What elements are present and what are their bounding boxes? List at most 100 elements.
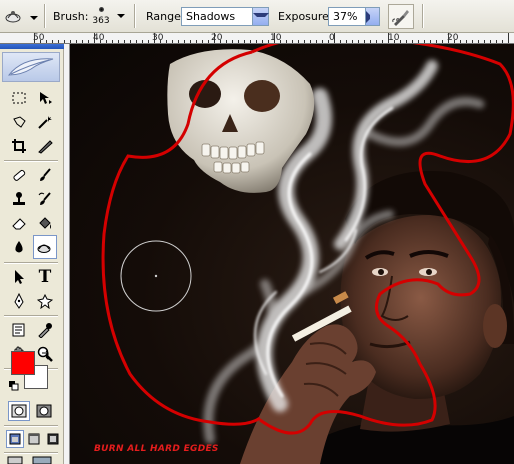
- brush-tip-icon: [98, 7, 104, 12]
- toolbox-title-bar[interactable]: [0, 44, 64, 49]
- ruler-tick: [304, 40, 305, 43]
- eraser-tool-icon[interactable]: [8, 212, 30, 234]
- lasso-tool-icon[interactable]: [8, 111, 30, 133]
- ruler-tick: [382, 40, 383, 43]
- feather-logo-icon[interactable]: [2, 52, 60, 82]
- ruler-tick: [406, 40, 407, 43]
- ruler-tick: [454, 40, 455, 43]
- range-value: Shadows: [186, 10, 236, 23]
- full-screen-menu-mode-icon[interactable]: [25, 430, 43, 448]
- ruler-tick: [472, 40, 473, 43]
- ruler-tick: [70, 40, 71, 43]
- brush-picker[interactable]: 363: [86, 3, 116, 31]
- foreground-color-swatch[interactable]: [11, 351, 35, 375]
- airbrush-button[interactable]: [388, 4, 414, 29]
- quick-mask-mode-icon[interactable]: [33, 401, 55, 421]
- toolbox: T: [0, 44, 64, 464]
- ruler-tick: [424, 40, 425, 43]
- range-select[interactable]: Shadows: [181, 7, 269, 26]
- ruler-tick: [340, 40, 341, 43]
- brush-dropdown-icon[interactable]: [117, 14, 125, 18]
- full-screen-mode-icon[interactable]: [44, 430, 62, 448]
- artwork: [101, 44, 514, 464]
- ruler-tick: [130, 40, 131, 43]
- ruler-tick: [148, 40, 149, 43]
- brush-size: 363: [92, 16, 110, 26]
- standard-mode-icon[interactable]: [8, 401, 30, 421]
- ruler-tick: [172, 40, 173, 43]
- divider: [4, 452, 58, 454]
- exposure-field[interactable]: 37%: [328, 7, 380, 26]
- ruler-tick: [238, 40, 239, 43]
- custom-shape-tool-icon[interactable]: [34, 290, 56, 312]
- ruler-tick: [154, 33, 155, 43]
- exposure-slider-button[interactable]: [365, 8, 379, 25]
- options-bar: Brush: 363 Range: Shadows Exposure: 37%: [0, 0, 514, 33]
- brush-tool-icon[interactable]: [34, 164, 56, 186]
- ruler-tick: [268, 40, 269, 43]
- ruler-tick: [100, 40, 101, 43]
- marquee-tool-icon[interactable]: [8, 87, 30, 109]
- eyedropper-tool-icon[interactable]: [34, 319, 56, 341]
- ruler-tick: [82, 40, 83, 43]
- ruler-tick: [256, 40, 257, 43]
- ruler-tick: [376, 40, 377, 43]
- brush-label: Brush:: [53, 10, 89, 23]
- imageready-icon[interactable]: [30, 456, 54, 464]
- ruler-tick: [490, 40, 491, 43]
- blur-tool-icon[interactable]: [8, 236, 30, 258]
- ruler-tick: [220, 40, 221, 43]
- ruler-tick: [508, 33, 509, 43]
- ruler-tick: [58, 40, 59, 43]
- ruler-tick: [52, 40, 53, 43]
- ruler-tick: [478, 40, 479, 43]
- ruler-tick: [298, 40, 299, 43]
- ruler-tick: [370, 40, 371, 43]
- paint-bucket-tool-icon[interactable]: [34, 212, 56, 234]
- divider: [44, 4, 46, 28]
- ruler-tick: [448, 33, 449, 43]
- ruler-tick: [316, 40, 317, 43]
- pen-tool-icon[interactable]: [8, 290, 30, 312]
- tool-preset-picker[interactable]: [4, 7, 38, 28]
- ruler-tick: [274, 33, 275, 43]
- ruler-tick: [400, 40, 401, 43]
- type-tool-icon[interactable]: T: [34, 266, 56, 288]
- move-tool-icon[interactable]: [34, 87, 56, 109]
- default-colors-icon[interactable]: [9, 381, 19, 394]
- swap-colors-icon[interactable]: [40, 350, 52, 365]
- ruler-tick: [178, 40, 179, 43]
- range-dropdown-button[interactable]: [252, 8, 269, 25]
- history-brush-tool-icon[interactable]: [34, 188, 56, 210]
- ruler-tick: [118, 40, 119, 43]
- ruler-tick: [232, 40, 233, 43]
- exposure-value: 37%: [333, 10, 358, 23]
- divider: [422, 4, 424, 28]
- notes-tool-icon[interactable]: [8, 319, 30, 341]
- ruler-tick: [364, 40, 365, 43]
- ruler-tick: [208, 40, 209, 43]
- ruler-tick: [292, 40, 293, 43]
- crop-tool-icon[interactable]: [8, 135, 30, 157]
- slice-tool-icon[interactable]: [34, 135, 56, 157]
- canvas-caption: BURN ALL HARD EGDES: [94, 444, 219, 454]
- ruler-tick: [184, 40, 185, 43]
- healing-brush-tool-icon[interactable]: [8, 164, 30, 186]
- ruler-tick: [160, 40, 161, 43]
- ruler-tick: [112, 40, 113, 43]
- ruler-tick: [346, 40, 347, 43]
- path-selection-tool-icon[interactable]: [8, 266, 30, 288]
- magic-wand-tool-icon[interactable]: [34, 111, 56, 133]
- document-canvas[interactable]: BURN ALL HARD EGDES: [70, 44, 514, 464]
- standard-screen-mode-icon[interactable]: [6, 430, 24, 448]
- divider: [4, 315, 58, 317]
- ruler-tick: [88, 40, 89, 43]
- ruler-tick: [64, 40, 65, 43]
- ruler-tick: [442, 40, 443, 43]
- jump-to-imageready-icon[interactable]: [6, 456, 24, 464]
- ruler-tick: [322, 40, 323, 43]
- burn-tool-icon[interactable]: [33, 235, 57, 259]
- horizontal-ruler: 50 40 30 20 10 0 10 20: [0, 33, 514, 44]
- ruler-tick: [136, 40, 137, 43]
- clone-stamp-tool-icon[interactable]: [8, 188, 30, 210]
